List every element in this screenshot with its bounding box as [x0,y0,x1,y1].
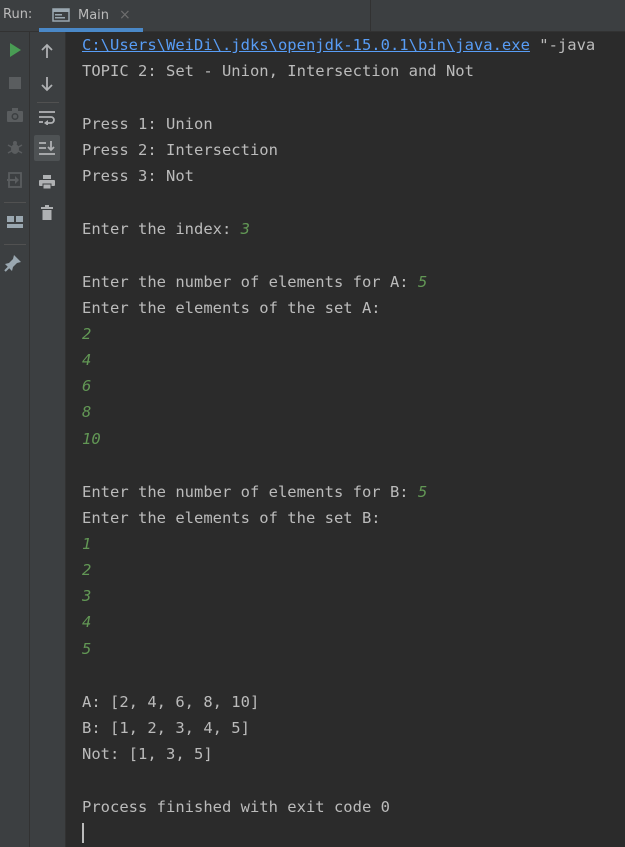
menu-option-2: Press 2: Intersection [82,141,278,159]
camera-icon[interactable] [2,102,28,128]
set-b-input: 1 [82,535,92,553]
exit-code-line: Process finished with exit code 0 [82,798,390,816]
menu-option-3: Press 3: Not [82,167,194,185]
result-not: Not: [1, 3, 5] [82,745,213,763]
run-tool-window-header: Run: Main × [0,0,625,32]
run-toolbar [0,32,30,847]
set-a-input: 6 [82,377,92,395]
set-b-input: 2 [82,561,92,579]
count-a-value: 5 [417,273,428,291]
topic-line: TOPIC 2: Set - Union, Intersection and N… [82,62,474,80]
set-a-input: 10 [82,430,101,448]
arrow-up-icon[interactable] [34,38,60,64]
tab-title: Main [78,8,110,23]
elements-a-prompt: Enter the elements of the set A: [82,299,381,317]
stop-icon[interactable] [2,70,28,96]
set-a-input: 2 [82,325,92,343]
set-b-input: 4 [82,613,92,631]
toolbar-separator [4,244,26,245]
console-tab-icon [52,7,70,27]
count-a-line: Enter the number of elements for A: 5 [82,271,427,293]
layout-icon[interactable] [2,209,28,235]
set-b-input: 5 [82,640,92,658]
tab-main[interactable]: Main × [39,0,143,32]
count-b-line: Enter the number of elements for B: 5 [82,481,427,503]
run-icon[interactable] [2,37,28,63]
count-b-prompt: Enter the number of elements for B: [82,483,418,501]
index-prompt: Enter the index: [82,220,241,238]
elements-b-prompt: Enter the elements of the set B: [82,509,381,527]
console-toolbar [30,32,66,847]
index-prompt-line: Enter the index: 3 [82,218,250,240]
result-b: B: [1, 2, 3, 4, 5] [82,719,250,737]
count-b-value: 5 [417,483,428,501]
trash-icon[interactable] [34,200,60,226]
command-line: C:\Users\WeiDi\.jdks\openjdk-15.0.1\bin\… [82,34,595,56]
set-a-input: 8 [82,403,92,421]
java-path-link[interactable]: C:\Users\WeiDi\.jdks\openjdk-15.0.1\bin\… [82,36,530,54]
toolbar-separator [37,102,59,103]
debug-icon[interactable] [2,135,28,161]
console-output[interactable]: C:\Users\WeiDi\.jdks\openjdk-15.0.1\bin\… [82,34,625,847]
exit-icon[interactable] [2,167,28,193]
text-caret [82,823,84,843]
run-label: Run: [3,7,33,22]
menu-option-1: Press 1: Union [82,115,213,133]
scroll-to-end-icon[interactable] [34,135,60,161]
pin-icon[interactable] [0,250,26,276]
index-input-value: 3 [240,220,250,238]
set-a-input: 4 [82,351,92,369]
header-divider [370,0,371,32]
close-icon[interactable]: × [119,7,131,23]
soft-wrap-icon[interactable] [34,104,60,130]
print-icon[interactable] [34,169,60,195]
result-a: A: [2, 4, 6, 8, 10] [82,693,260,711]
count-a-prompt: Enter the number of elements for A: [82,273,418,291]
toolbar-separator [4,202,26,203]
set-b-input: 3 [82,587,92,605]
arrow-down-icon[interactable] [34,71,60,97]
command-args: "-java [529,36,596,54]
